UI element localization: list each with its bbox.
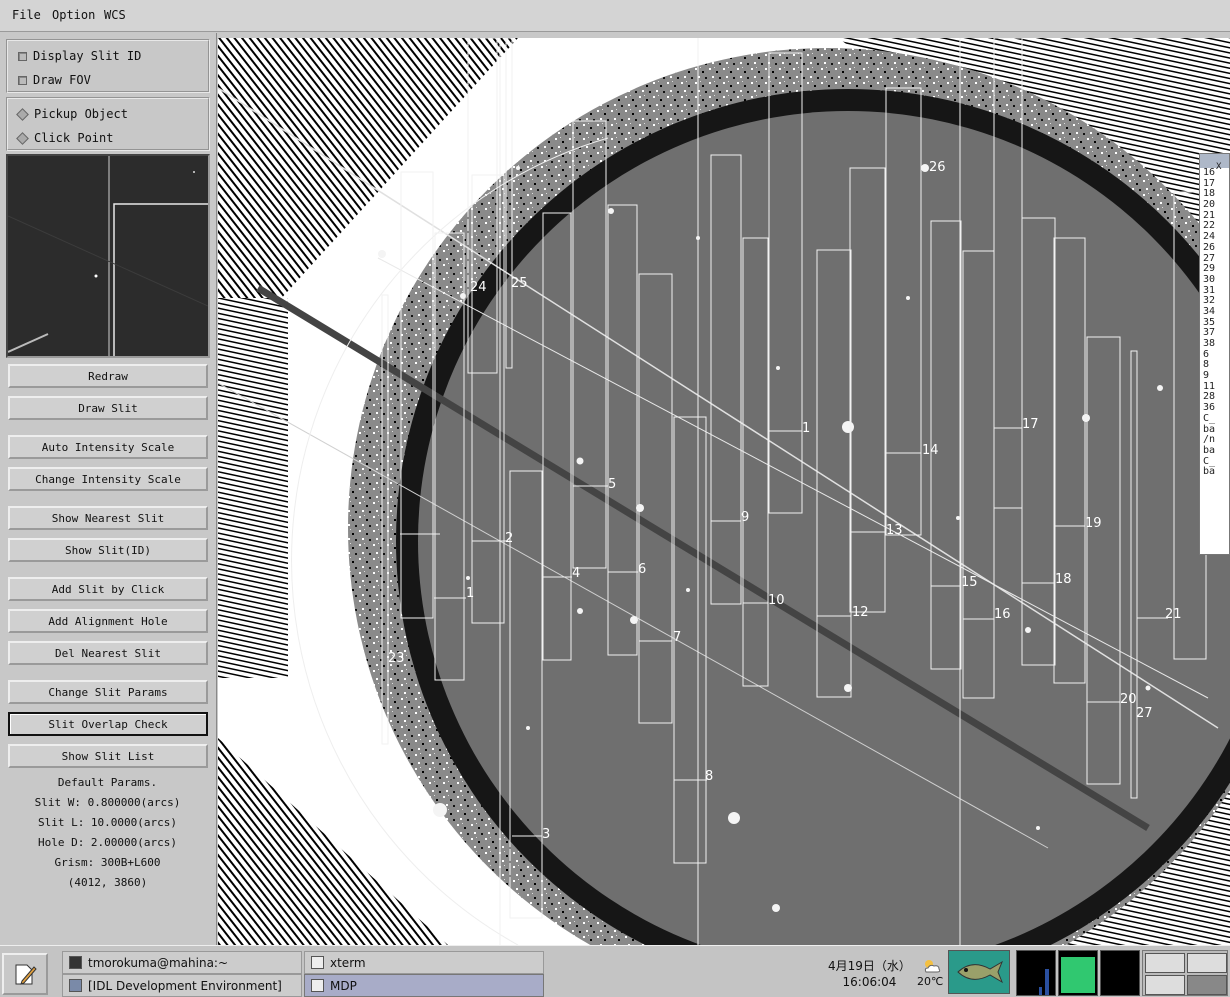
terminal-icon: [69, 956, 82, 969]
list-item[interactable]: 30: [1200, 274, 1229, 286]
add-alignment-hole-button[interactable]: Add Alignment Hole: [8, 609, 208, 633]
slit-list-window[interactable]: X 16 17 18 20 21 22 24 26 27 29 30 31 32…: [1199, 153, 1230, 555]
auto-intensity-scale-button[interactable]: Auto Intensity Scale: [8, 435, 208, 459]
slit-label-21: 21: [1165, 607, 1182, 622]
taskbar: tmorokuma@mahina:~ xterm [IDL Developmen…: [0, 945, 1230, 997]
task-terminal-label: tmorokuma@mahina:~: [88, 955, 229, 970]
menu-file[interactable]: File: [12, 8, 41, 22]
fish-icon: [957, 960, 1004, 984]
menu-option[interactable]: Option: [52, 8, 95, 22]
radio-diamond-icon: [16, 107, 29, 121]
clock: 4月19日（水） 16:06:04: [828, 958, 911, 990]
clock-date: 4月19日（水）: [828, 959, 911, 973]
radio-diamond-icon: [16, 131, 29, 145]
slit-list-titlebar[interactable]: X: [1200, 154, 1229, 172]
cursor-coordinates: (4012, 3860): [67, 876, 148, 889]
change-intensity-scale-button[interactable]: Change Intensity Scale: [8, 467, 208, 491]
click-point-label: Click Point: [34, 131, 114, 145]
draw-slit-button[interactable]: Draw Slit: [8, 396, 208, 420]
slit-label-13: 13: [886, 523, 903, 538]
draw-fov-label: Draw FOV: [33, 73, 91, 87]
slit-label-8: 8: [705, 769, 713, 784]
change-slit-params-button[interactable]: Change Slit Params: [8, 680, 208, 704]
list-item[interactable]: 26: [1200, 242, 1229, 254]
show-slit-id-button[interactable]: Show Slit(ID): [8, 538, 208, 562]
click-point-radio[interactable]: Click Point: [16, 131, 114, 145]
slit-label-15: 15: [961, 575, 978, 590]
slit-label-27: 27: [1136, 706, 1153, 721]
slit-label-11: 1: [802, 421, 810, 436]
cpu-load-monitor: [1016, 950, 1056, 996]
window-icon: [311, 979, 324, 992]
memory-monitor: [1058, 950, 1098, 996]
list-item[interactable]: ba: [1200, 467, 1229, 478]
slit-label-1: 1: [466, 586, 474, 601]
slit-label-19: 19: [1085, 516, 1102, 531]
fish-applet[interactable]: [948, 950, 1010, 994]
slit-label-5: 5: [608, 477, 616, 492]
slit-label-26: 26: [929, 160, 946, 175]
workspace-pager[interactable]: [1142, 950, 1228, 996]
show-slit-list-button[interactable]: Show Slit List: [8, 744, 208, 768]
display-slit-id-label: Display Slit ID: [33, 49, 142, 63]
param-slit-width: Slit W: 0.800000(arcs): [34, 796, 181, 809]
params-title: Default Params.: [57, 776, 158, 789]
task-mdp[interactable]: MDP: [304, 974, 544, 997]
menu-bar: File Option WCS: [0, 0, 1230, 32]
list-item[interactable]: C_: [1200, 413, 1229, 425]
slit-label-14: 14: [922, 443, 939, 458]
document-pencil-icon: [15, 964, 37, 985]
slit-label-24: 24: [470, 280, 487, 295]
weather-cloud-icon: [924, 960, 941, 973]
display-slit-id-checkbox[interactable]: Display Slit ID: [18, 49, 141, 63]
task-xterm-label: xterm: [330, 955, 366, 970]
slit-label-6: 6: [638, 562, 646, 577]
task-idl[interactable]: [IDL Development Environment]: [62, 974, 302, 997]
param-grism: Grism: 300B+L600: [54, 856, 161, 869]
pickup-object-radio[interactable]: Pickup Object: [16, 107, 128, 121]
slit-label-20: 20: [1120, 692, 1137, 707]
slit-label-10: 10: [768, 593, 785, 608]
image-canvas[interactable]: 1 2 3 4 5 6 7 8 9 10 1 12 13 14 15 16 17…: [218, 38, 1230, 945]
window-icon: [311, 956, 324, 969]
slit-label-7: 7: [673, 630, 681, 645]
control-panel: Display Slit ID Draw FOV Pickup Object C…: [0, 33, 217, 945]
draw-fov-checkbox[interactable]: Draw FOV: [18, 73, 91, 87]
task-idl-label: [IDL Development Environment]: [88, 978, 282, 993]
idl-icon: [69, 979, 82, 992]
task-mdp-label: MDP: [330, 978, 357, 993]
click-mode-group: Pickup Object Click Point: [6, 97, 210, 151]
clock-time: 16:06:04: [842, 975, 897, 989]
checkbox-icon: [18, 51, 27, 61]
menu-wcs[interactable]: WCS: [104, 8, 126, 22]
network-monitor: [1100, 950, 1140, 996]
slit-label-9: 9: [741, 510, 749, 525]
checkbox-icon: [18, 75, 27, 85]
slit-overlap-check-button[interactable]: Slit Overlap Check: [8, 712, 208, 736]
pickup-object-label: Pickup Object: [34, 107, 128, 121]
param-slit-length: Slit L: 10.0000(arcs): [37, 816, 178, 829]
slit-label-25: 25: [511, 276, 528, 291]
del-nearest-slit-button[interactable]: Del Nearest Slit: [8, 641, 208, 665]
param-hole-diameter: Hole D: 2.00000(arcs): [37, 836, 178, 849]
start-menu-button[interactable]: [2, 953, 48, 995]
slit-label-2: 2: [505, 531, 513, 546]
temperature: 20℃: [917, 975, 944, 988]
slit-label-3: 3: [542, 827, 550, 842]
slit-label-4: 4: [572, 566, 580, 581]
show-nearest-slit-button[interactable]: Show Nearest Slit: [8, 506, 208, 530]
slit-label-17: 17: [1022, 417, 1039, 432]
slit-label-12: 12: [852, 605, 869, 620]
slit-label-23: 23: [388, 651, 405, 666]
slit-label-16: 16: [994, 607, 1011, 622]
task-terminal[interactable]: tmorokuma@mahina:~: [62, 951, 302, 974]
redraw-button[interactable]: Redraw: [8, 364, 208, 388]
display-options-group: Display Slit ID Draw FOV: [6, 39, 210, 93]
zoom-preview[interactable]: [6, 154, 210, 358]
list-item[interactable]: ba: [1200, 445, 1229, 457]
slit-label-18: 18: [1055, 572, 1072, 587]
task-xterm[interactable]: xterm: [304, 951, 544, 974]
add-slit-by-click-button[interactable]: Add Slit by Click: [8, 577, 208, 601]
